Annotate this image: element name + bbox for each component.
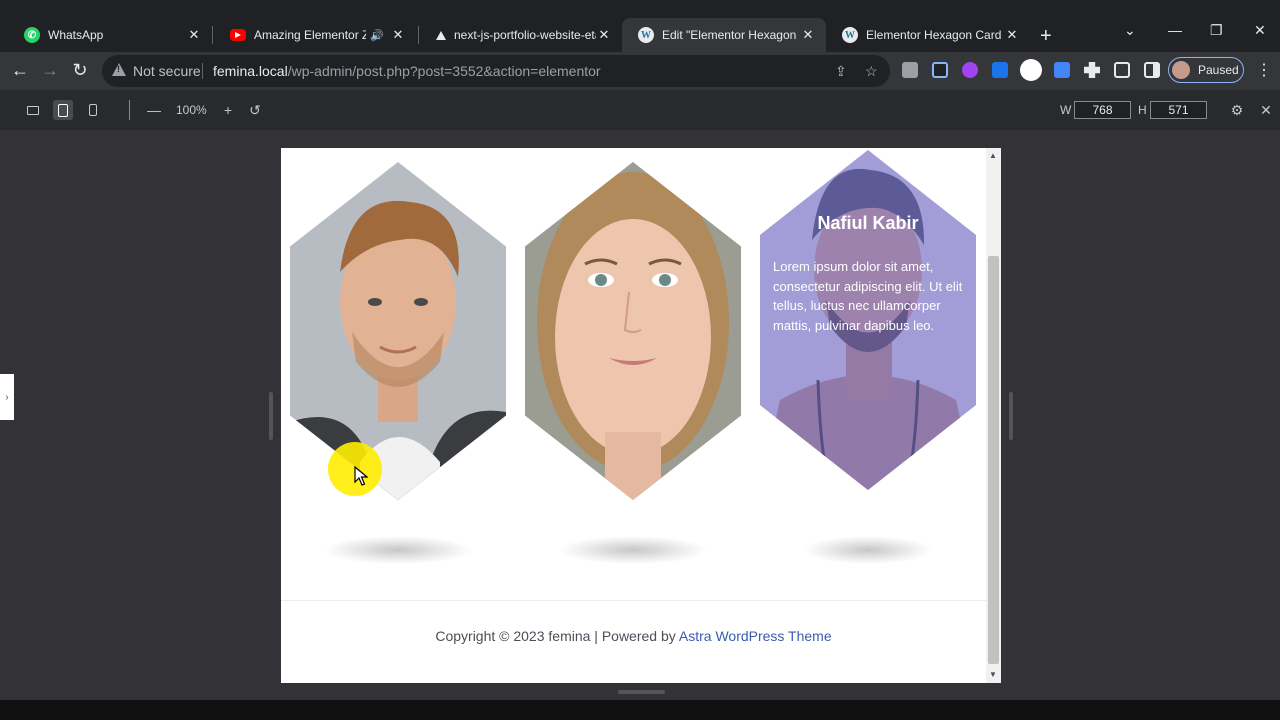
color-extension-icon[interactable]: [962, 62, 978, 78]
card-shadow: [560, 536, 706, 564]
speaker-icon[interactable]: 🔊: [370, 29, 384, 42]
divider: [202, 63, 203, 79]
tab-edit-hexagon-card[interactable]: W Edit "Elementor Hexagon Ca ✕: [622, 18, 826, 52]
browser-tab-strip: ✆ WhatsApp ✕ Amazing Elementor ZOO 🔊 ✕ n…: [0, 0, 1280, 52]
preview-scrollbar[interactable]: ▲ ▼: [986, 148, 1001, 683]
preview-stage: › Nafiul Kabir Lorem ipsum dolor sit ame…: [0, 130, 1280, 700]
back-button[interactable]: ←: [9, 60, 31, 81]
panel-toggle-chevron-icon[interactable]: ›: [0, 374, 14, 420]
mobile-icon: [89, 104, 97, 116]
portrait-woman: [525, 162, 741, 500]
card-name: Nafiul Kabir: [817, 213, 919, 233]
forward-button[interactable]: →: [39, 60, 61, 81]
menu-kebab-icon[interactable]: ⋮: [1256, 60, 1272, 80]
close-icon[interactable]: ✕: [390, 27, 406, 43]
tab-title: next-js-portfolio-website-eta: [454, 28, 596, 42]
close-icon[interactable]: ✕: [186, 27, 202, 43]
zoom-level: 100%: [176, 103, 207, 117]
tab-portfolio[interactable]: next-js-portfolio-website-eta ✕: [420, 18, 622, 52]
close-icon[interactable]: ✕: [1256, 100, 1276, 120]
tab-title: Edit "Elementor Hexagon Ca: [662, 28, 800, 42]
tab-title: Elementor Hexagon Card – fe: [866, 28, 1004, 42]
width-input[interactable]: 768: [1074, 101, 1131, 119]
screen-extension-icon[interactable]: [1054, 62, 1070, 78]
zoom-out-button[interactable]: —: [144, 100, 164, 120]
minimize-button[interactable]: —: [1168, 22, 1182, 38]
height-label: H: [1138, 103, 1147, 117]
extensions-puzzle-icon[interactable]: [1084, 62, 1100, 78]
tab-separator: [212, 26, 213, 44]
scroll-down-icon[interactable]: ▼: [989, 670, 997, 679]
address-bar[interactable]: Not secure femina.local/wp-admin/post.ph…: [102, 55, 890, 87]
profile-status: Paused: [1198, 63, 1239, 77]
desktop-icon: [27, 105, 39, 115]
vercel-icon: [436, 30, 446, 40]
mouse-pointer-icon: [354, 466, 368, 486]
desktop-view-button[interactable]: [23, 100, 43, 120]
zip-extension-icon[interactable]: [992, 62, 1008, 78]
left-resize-handle[interactable]: [269, 392, 273, 440]
scroll-up-icon[interactable]: ▲: [989, 151, 997, 160]
avatar: [1172, 61, 1190, 79]
tab-hexagon-card[interactable]: W Elementor Hexagon Card – fe ✕: [826, 18, 1030, 52]
height-input[interactable]: 571: [1150, 101, 1207, 119]
card-shadow: [325, 536, 471, 564]
reload-button[interactable]: ↻: [69, 60, 91, 81]
tab-title: WhatsApp: [48, 28, 104, 42]
tab-search-chevron-icon[interactable]: ⌄: [1124, 22, 1136, 39]
whatsapp-icon: ✆: [24, 27, 40, 43]
hexagon-card-3[interactable]: Nafiul Kabir Lorem ipsum dolor sit amet,…: [760, 150, 976, 490]
bottom-resize-handle[interactable]: [618, 690, 665, 694]
pen-extension-icon[interactable]: [932, 62, 948, 78]
security-label[interactable]: Not secure: [133, 63, 201, 79]
hexagon-card-1[interactable]: [290, 162, 506, 500]
copyright-text: Copyright © 2023 femina | Powered by: [435, 628, 679, 644]
wordpress-icon: W: [842, 27, 858, 43]
url-host: femina.local: [213, 63, 288, 79]
tablet-icon: [58, 103, 68, 117]
responsive-mode-bar: — 100% + ↺ W 768 H 571 ⚙ ✕: [0, 90, 1280, 130]
reading-list-icon[interactable]: [1114, 62, 1130, 78]
page-preview-frame: Nafiul Kabir Lorem ipsum dolor sit amet,…: [281, 148, 1001, 683]
wordpress-icon: W: [638, 27, 654, 43]
star-icon[interactable]: ☆: [865, 63, 878, 80]
camera-extension-icon[interactable]: [902, 62, 918, 78]
tab-title: Amazing Elementor ZOO: [254, 28, 367, 42]
url-path: /wp-admin/post.php?post=3552&action=elem…: [287, 63, 601, 79]
hexagon-card-2[interactable]: [525, 162, 741, 500]
mobile-view-button[interactable]: [83, 100, 103, 120]
tab-youtube[interactable]: Amazing Elementor ZOO 🔊 ✕: [214, 18, 416, 52]
record-extension-icon[interactable]: [1020, 59, 1042, 81]
gear-icon[interactable]: ⚙: [1227, 100, 1247, 120]
browser-toolbar: ← → ↻ Not secure femina.local/wp-admin/p…: [0, 52, 1280, 90]
tab-separator: [418, 26, 419, 44]
tab-whatsapp[interactable]: ✆ WhatsApp ✕: [8, 18, 212, 52]
profile-button[interactable]: Paused: [1168, 57, 1244, 83]
scrollbar-thumb[interactable]: [988, 256, 999, 664]
portrait-man-blond: [290, 162, 506, 500]
youtube-icon: [230, 29, 246, 41]
card-description: Lorem ipsum dolor sit amet, consectetur …: [773, 259, 963, 333]
close-window-button[interactable]: ✕: [1254, 22, 1266, 39]
footer-divider: [281, 600, 986, 601]
new-tab-button[interactable]: +: [1040, 25, 1052, 48]
zoom-in-button[interactable]: +: [218, 100, 238, 120]
close-icon[interactable]: ✕: [596, 27, 612, 43]
toolbar-divider: [129, 100, 130, 120]
right-resize-handle[interactable]: [1009, 392, 1013, 440]
share-icon[interactable]: ⇪: [835, 63, 847, 80]
theme-link[interactable]: Astra WordPress Theme: [679, 628, 832, 644]
site-footer: Copyright © 2023 femina | Powered by Ast…: [281, 628, 986, 644]
warning-icon: [112, 63, 126, 76]
restore-button[interactable]: ❐: [1210, 22, 1223, 39]
url-text[interactable]: femina.local/wp-admin/post.php?post=3552…: [213, 63, 601, 79]
close-icon[interactable]: ✕: [1004, 27, 1020, 43]
reset-zoom-icon[interactable]: ↺: [245, 100, 265, 120]
tablet-view-button[interactable]: [53, 100, 73, 120]
width-label: W: [1060, 103, 1072, 117]
close-icon[interactable]: ✕: [800, 27, 816, 43]
bottom-strip: [0, 700, 1280, 720]
card-shadow: [805, 536, 931, 564]
side-panel-icon[interactable]: [1144, 62, 1160, 78]
